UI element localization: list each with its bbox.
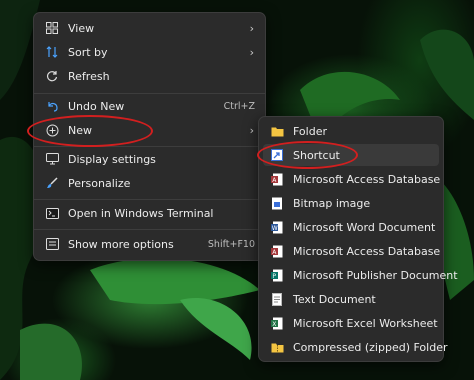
menu-item-label: View (68, 21, 95, 35)
submenu-item-excel-worksheet[interactable]: X Microsoft Excel Worksheet (263, 312, 439, 334)
grid-view-icon (45, 21, 59, 35)
undo-icon (45, 99, 59, 113)
chevron-right-icon: › (249, 21, 254, 35)
submenu-item-word-document[interactable]: W Microsoft Word Document (263, 216, 439, 238)
chevron-right-icon: › (249, 123, 254, 137)
menu-item-sort-by[interactable]: Sort by › (38, 41, 261, 63)
terminal-icon (45, 206, 59, 220)
highlight-ring-shortcut (257, 141, 358, 169)
access-icon: A (270, 172, 284, 186)
menu-item-display-settings[interactable]: Display settings (38, 148, 261, 170)
menu-item-open-terminal[interactable]: Open in Windows Terminal (38, 202, 261, 224)
chevron-right-icon: › (249, 45, 254, 59)
menu-item-label: Microsoft Access Database (293, 172, 441, 186)
shortcut-text: Shift+F10 (207, 238, 255, 250)
menu-item-label: Compressed (zipped) Folder (293, 340, 448, 354)
access-icon: A (270, 244, 284, 258)
menu-item-label: Folder (293, 124, 327, 138)
menu-item-label: Show more options (68, 237, 174, 251)
menu-item-label: Text Document (293, 292, 376, 306)
submenu-item-folder[interactable]: Folder (263, 120, 439, 142)
show-more-options-icon (45, 237, 59, 251)
menu-item-label: Open in Windows Terminal (68, 206, 214, 220)
menu-item-undo-new[interactable]: Undo New Ctrl+Z (38, 95, 261, 117)
submenu-item-zipped-folder[interactable]: Compressed (zipped) Folder (263, 336, 447, 358)
menu-separator (34, 93, 265, 94)
excel-icon: X (270, 316, 284, 330)
submenu-item-access-database-2[interactable]: A Microsoft Access Database (263, 240, 441, 262)
submenu-item-publisher-document[interactable]: P Microsoft Publisher Document (263, 264, 458, 286)
refresh-icon (45, 69, 59, 83)
zip-folder-icon (270, 340, 284, 354)
svg-text:W: W (272, 225, 278, 232)
publisher-icon: P (270, 268, 284, 282)
personalize-brush-icon (45, 176, 59, 190)
folder-icon (270, 124, 284, 138)
submenu-item-access-database[interactable]: A Microsoft Access Database (263, 168, 441, 190)
display-settings-icon (45, 152, 59, 166)
menu-item-label: Microsoft Excel Worksheet (293, 316, 438, 330)
menu-item-show-more-options[interactable]: Show more options Shift+F10 (38, 233, 261, 255)
menu-item-refresh[interactable]: Refresh (38, 65, 261, 87)
menu-item-label: Undo New (68, 99, 125, 113)
highlight-ring-new (27, 115, 153, 147)
menu-item-label: Sort by (68, 45, 108, 59)
menu-item-label: Microsoft Access Database (293, 244, 441, 258)
svg-text:X: X (272, 321, 276, 328)
sort-icon (45, 45, 59, 59)
menu-item-label: Bitmap image (293, 196, 371, 210)
menu-item-label: Microsoft Publisher Document (293, 268, 458, 282)
menu-item-label: Refresh (68, 69, 110, 83)
word-icon: W (270, 220, 284, 234)
text-document-icon (270, 292, 284, 306)
menu-item-personalize[interactable]: Personalize (38, 172, 261, 194)
menu-item-label: Display settings (68, 152, 156, 166)
menu-item-label: Microsoft Word Document (293, 220, 436, 234)
menu-item-label: Personalize (68, 176, 131, 190)
bitmap-icon (270, 196, 284, 210)
submenu-item-text-document[interactable]: Text Document (263, 288, 439, 310)
shortcut-text: Ctrl+Z (223, 100, 255, 112)
menu-item-view[interactable]: View › (38, 17, 261, 39)
menu-separator (34, 229, 265, 230)
svg-text:P: P (272, 273, 276, 280)
menu-separator (34, 199, 265, 200)
submenu-item-bitmap-image[interactable]: Bitmap image (263, 192, 439, 214)
